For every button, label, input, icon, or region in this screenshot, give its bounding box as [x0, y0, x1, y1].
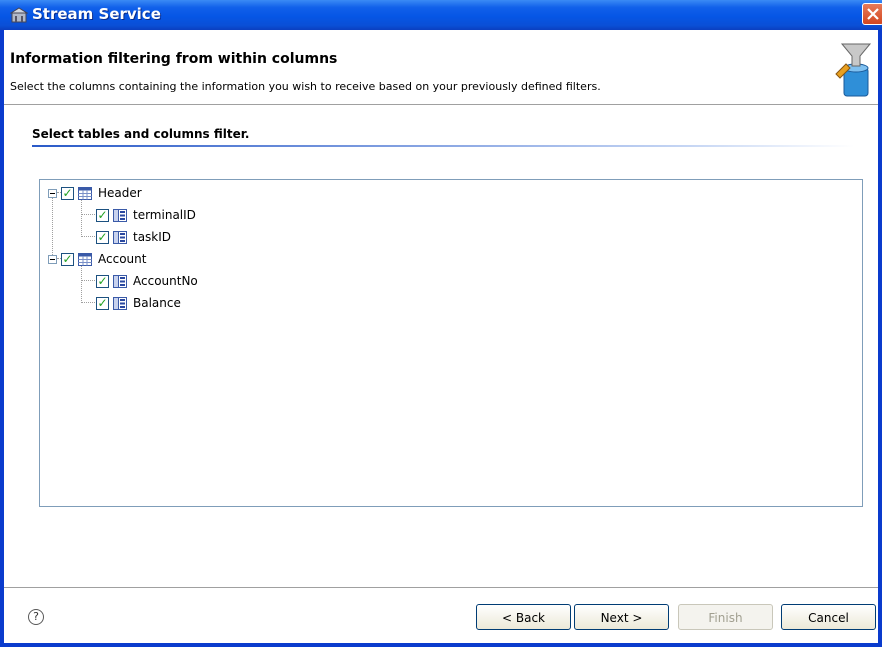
- wizard-header: Information filtering from within column…: [4, 30, 878, 104]
- section-title: Select tables and columns filter.: [32, 127, 250, 141]
- tree-node-balance[interactable]: ✓ Balance: [96, 293, 181, 313]
- tree-connector: [82, 280, 95, 282]
- tables-columns-tree[interactable]: ✓ Header ✓ terminalID ✓ taskID ✓ Account…: [39, 179, 863, 507]
- tree-node-header[interactable]: ✓ Header: [48, 183, 142, 203]
- tree-checkbox[interactable]: ✓: [61, 252, 74, 266]
- app-icon: [10, 7, 28, 23]
- window-bottom-border: [0, 643, 882, 647]
- tree-node-terminalid[interactable]: ✓ terminalID: [96, 205, 196, 225]
- help-icon[interactable]: ?: [28, 609, 44, 625]
- cancel-button[interactable]: Cancel: [781, 604, 876, 630]
- page-description: Select the columns containing the inform…: [10, 80, 601, 93]
- tree-checkbox[interactable]: ✓: [96, 296, 109, 310]
- tree-node-label: terminalID: [133, 208, 196, 222]
- tree-node-taskid[interactable]: ✓ taskID: [96, 227, 171, 247]
- tree-checkbox[interactable]: ✓: [96, 230, 109, 244]
- section-underline: [32, 145, 854, 147]
- column-icon: [113, 274, 127, 288]
- tree-connector: [81, 200, 83, 237]
- tree-node-account[interactable]: ✓ Account: [48, 249, 146, 269]
- window-title: Stream Service: [32, 5, 161, 23]
- tree-checkbox[interactable]: ✓: [96, 208, 109, 222]
- table-icon: [78, 186, 92, 200]
- finish-button[interactable]: Finish: [678, 604, 773, 630]
- page-title: Information filtering from within column…: [10, 51, 338, 67]
- tree-node-accountno[interactable]: ✓ AccountNo: [96, 271, 198, 291]
- close-icon: [867, 8, 879, 20]
- tree-node-label: Balance: [133, 296, 181, 310]
- tree-node-label: Header: [98, 186, 142, 200]
- collapse-toggle[interactable]: [48, 188, 57, 198]
- tree-connector: [82, 236, 95, 238]
- filter-icon: [835, 43, 872, 97]
- column-icon: [113, 230, 127, 244]
- tree-connector: [82, 214, 95, 216]
- next-button[interactable]: Next >: [574, 604, 669, 630]
- column-icon: [113, 296, 127, 310]
- back-button[interactable]: < Back: [476, 604, 571, 630]
- tree-node-label: taskID: [133, 230, 172, 244]
- tree-node-label: AccountNo: [133, 274, 198, 288]
- wizard-footer: ? < Back Next > Finish Cancel: [4, 588, 878, 647]
- column-icon: [113, 208, 127, 222]
- tree-checkbox[interactable]: ✓: [96, 274, 109, 288]
- collapse-toggle[interactable]: [48, 254, 57, 264]
- table-icon: [78, 252, 92, 266]
- title-bar[interactable]: Stream Service: [0, 0, 882, 30]
- tree-checkbox[interactable]: ✓: [61, 186, 74, 200]
- tree-connector: [82, 302, 95, 304]
- wizard-content: Select tables and columns filter. ✓ Head…: [4, 105, 878, 587]
- tree-connector: [81, 266, 83, 303]
- close-button[interactable]: [862, 3, 882, 25]
- tree-node-label: Account: [98, 252, 147, 266]
